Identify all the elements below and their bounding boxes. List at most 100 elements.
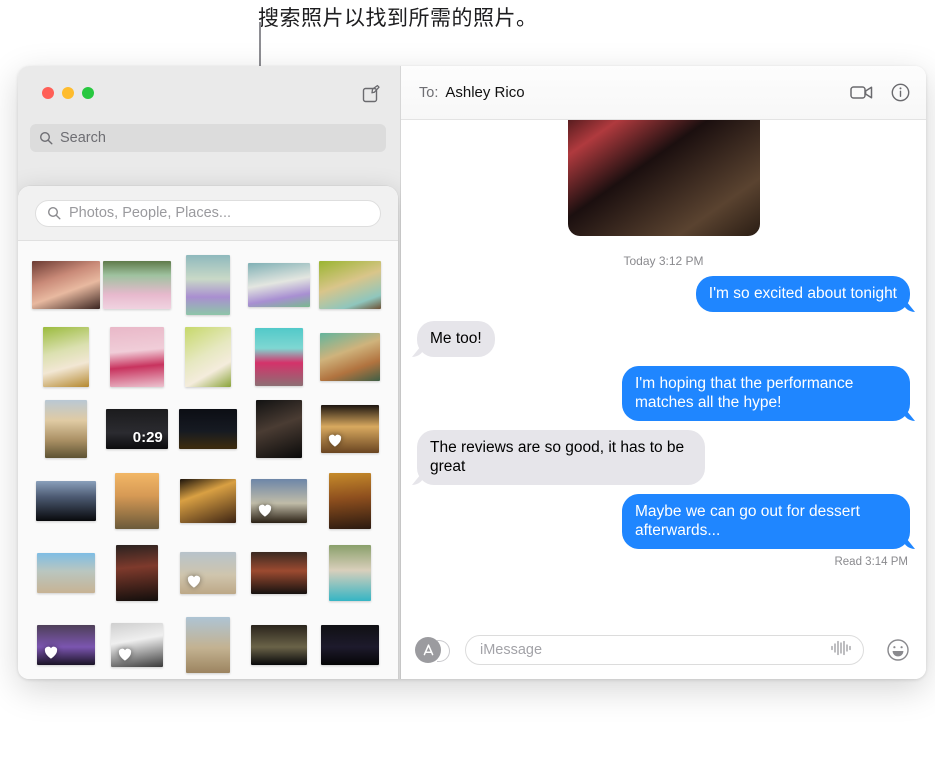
recipient-name[interactable]: Ashley Rico: [445, 84, 524, 101]
incoming-message-bubble[interactable]: Me too!: [417, 321, 495, 357]
photo-thumbnail[interactable]: [185, 255, 230, 315]
photo-grid-cell[interactable]: [315, 465, 386, 537]
photo-thumbnail[interactable]: [256, 400, 303, 458]
photo-grid-cell[interactable]: [244, 321, 315, 393]
photo-thumbnail[interactable]: [185, 617, 230, 673]
read-receipt: Read 3:14 PM: [834, 556, 908, 568]
photo-thumbnail[interactable]: [251, 552, 308, 594]
photo-grid-cell[interactable]: [315, 537, 386, 609]
photo-grid-cell[interactable]: [30, 249, 101, 321]
compose-message-button[interactable]: [360, 83, 382, 105]
photo-thumbnail[interactable]: [179, 552, 236, 594]
apps-button[interactable]: [415, 637, 450, 663]
messages-sidebar: Search Photos, People, Places... 0:29: [18, 66, 401, 679]
photo-grid-cell[interactable]: [30, 609, 101, 679]
outgoing-message-bubble[interactable]: Maybe we can go out for dessert afterwar…: [622, 494, 910, 549]
photo-thumbnail[interactable]: [251, 479, 308, 523]
photo-grid-cell[interactable]: [244, 393, 315, 465]
photo-grid-cell[interactable]: [172, 537, 243, 609]
photo-grid-cell[interactable]: [101, 321, 172, 393]
message-list: I'm so excited about tonight Me too! I'm h…: [417, 276, 910, 549]
photo-thumbnail[interactable]: [255, 328, 304, 386]
photo-grid-cell[interactable]: [244, 249, 315, 321]
photo-grid-cell[interactable]: [101, 249, 172, 321]
photo-grid-cell[interactable]: [30, 537, 101, 609]
incoming-message-bubble[interactable]: The reviews are so good, it has to be gr…: [417, 430, 705, 485]
message-row: I'm so excited about tonight: [417, 276, 910, 312]
info-icon: [891, 83, 910, 102]
photo-thumbnail[interactable]: [42, 327, 89, 387]
video-duration-badge: 0:29: [132, 429, 163, 446]
photo-grid-cell[interactable]: [101, 465, 172, 537]
facetime-button[interactable]: [850, 84, 873, 101]
photo-thumbnail[interactable]: [102, 261, 171, 309]
message-row: Me too!: [417, 321, 910, 357]
audio-record-button[interactable]: [830, 640, 852, 661]
sidebar-search-field[interactable]: Search: [30, 124, 386, 152]
sidebar-search-placeholder: Search: [60, 130, 106, 146]
photo-thumbnail[interactable]: [36, 553, 95, 593]
photo-thumbnail[interactable]: [248, 263, 311, 307]
messages-window: Search Photos, People, Places... 0:29 To…: [18, 66, 926, 679]
photo-thumbnail[interactable]: [321, 625, 380, 665]
zoom-window-button[interactable]: [82, 87, 94, 99]
photo-thumbnail[interactable]: [251, 625, 308, 665]
window-traffic-lights: [42, 87, 94, 99]
photo-thumbnail[interactable]: [44, 400, 87, 458]
photo-grid-cell[interactable]: [315, 249, 386, 321]
photo-grid-cell[interactable]: [30, 321, 101, 393]
photo-thumbnail[interactable]: [329, 545, 372, 601]
photo-grid-cell[interactable]: [30, 465, 101, 537]
photo-thumbnail[interactable]: [184, 327, 231, 387]
photo-grid: 0:29: [18, 241, 398, 679]
emoji-picker-button[interactable]: [886, 638, 910, 662]
photo-thumbnail[interactable]: [179, 479, 236, 523]
photo-grid-cell[interactable]: [101, 537, 172, 609]
compose-icon: [362, 84, 380, 103]
outgoing-message-bubble[interactable]: I'm hoping that the performance matches …: [622, 366, 910, 421]
photo-grid-cell[interactable]: [172, 465, 243, 537]
photo-thumbnail[interactable]: [109, 327, 164, 387]
message-row: I'm hoping that the performance matches …: [417, 366, 910, 421]
photo-grid-cell[interactable]: [315, 393, 386, 465]
photo-grid-cell[interactable]: [244, 537, 315, 609]
photo-grid-cell[interactable]: [244, 609, 315, 679]
photo-thumbnail[interactable]: [31, 261, 100, 309]
photo-grid-cell[interactable]: [172, 609, 243, 679]
conversation-pane: To: Ashley Rico Today 3:12 PM I'm so exc…: [401, 66, 926, 679]
photo-grid-cell[interactable]: [315, 609, 386, 679]
photo-thumbnail[interactable]: [319, 261, 382, 309]
photo-grid-cell[interactable]: [172, 249, 243, 321]
photo-thumbnail[interactable]: [320, 333, 381, 381]
photo-grid-cell[interactable]: 0:29: [101, 393, 172, 465]
photo-picker-header: Photos, People, Places...: [18, 186, 398, 241]
photo-thumbnail[interactable]: [114, 473, 159, 529]
photo-thumbnail[interactable]: [321, 405, 380, 453]
photo-grid-cell[interactable]: [172, 393, 243, 465]
photo-thumbnail[interactable]: 0:29: [105, 409, 168, 449]
search-icon: [39, 131, 53, 145]
message-row: Maybe we can go out for dessert afterwar…: [417, 494, 910, 549]
photo-grid-cell[interactable]: [172, 321, 243, 393]
favorite-heart-icon: [44, 646, 57, 659]
photo-thumbnail[interactable]: [178, 409, 237, 449]
photo-thumbnail[interactable]: [36, 625, 95, 665]
photo-thumbnail[interactable]: [329, 473, 372, 529]
details-button[interactable]: [891, 83, 910, 102]
photo-grid-cell[interactable]: [30, 393, 101, 465]
photo-attachment[interactable]: [567, 120, 760, 236]
minimize-window-button[interactable]: [62, 87, 74, 99]
photo-thumbnail[interactable]: [115, 545, 158, 601]
photo-grid-cell[interactable]: [315, 321, 386, 393]
photo-thumbnail[interactable]: [110, 623, 163, 667]
close-window-button[interactable]: [42, 87, 54, 99]
photo-grid-cell[interactable]: [244, 465, 315, 537]
photo-grid-cell[interactable]: [101, 609, 172, 679]
message-thread[interactable]: Today 3:12 PM I'm so excited about tonig…: [401, 120, 926, 621]
thread-timestamp: Today 3:12 PM: [623, 254, 704, 268]
imessage-input[interactable]: iMessage: [465, 635, 864, 665]
conversation-header: To: Ashley Rico: [401, 66, 926, 120]
photo-search-field[interactable]: Photos, People, Places...: [35, 199, 381, 227]
photo-thumbnail[interactable]: [35, 481, 96, 521]
outgoing-message-bubble[interactable]: I'm so excited about tonight: [695, 276, 910, 312]
